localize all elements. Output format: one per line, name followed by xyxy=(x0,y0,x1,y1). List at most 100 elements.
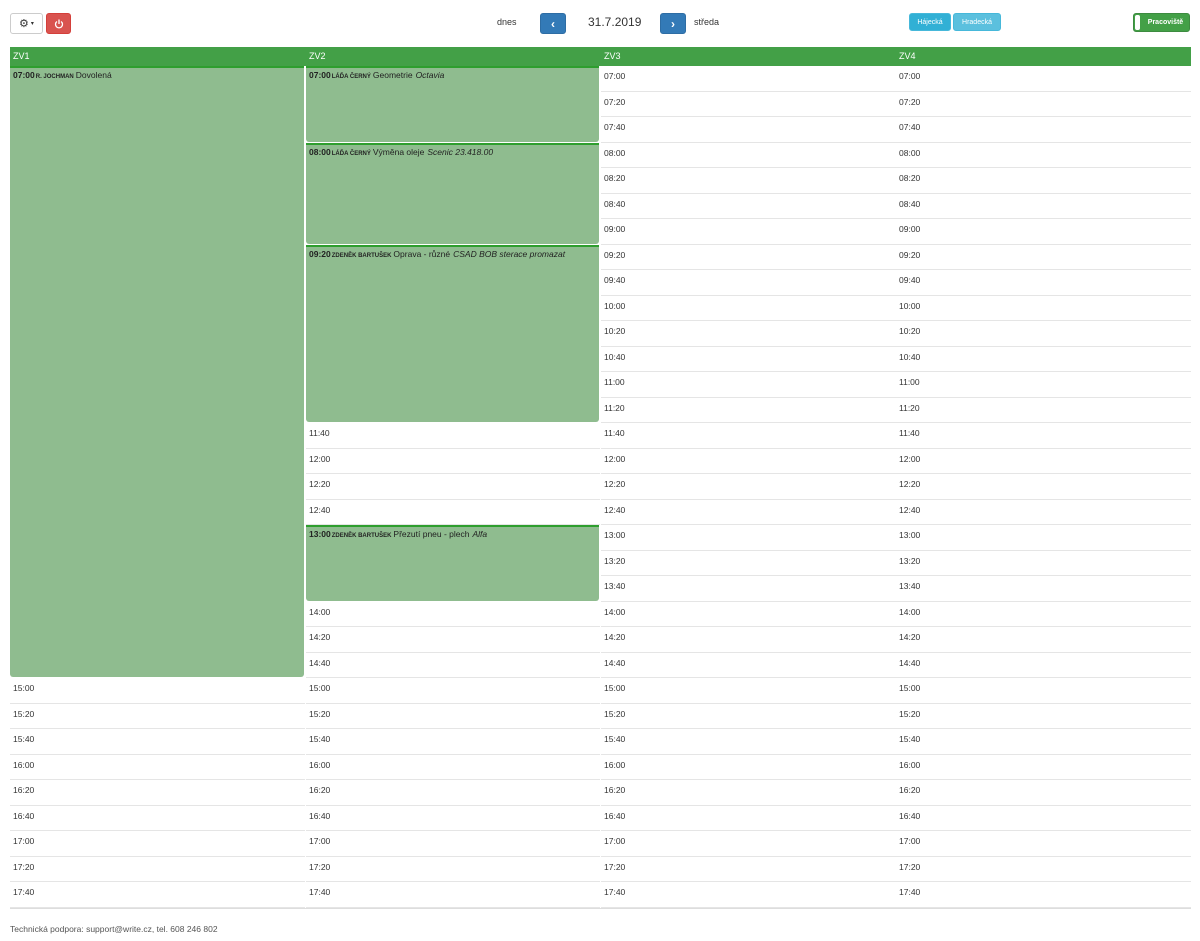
time-slot[interactable]: 14:40 xyxy=(306,653,600,678)
time-slot[interactable]: 12:40 xyxy=(601,500,896,525)
logout-button[interactable] xyxy=(46,13,71,34)
time-slot[interactable]: 15:20 xyxy=(896,704,1191,729)
time-slot[interactable]: 11:40 xyxy=(306,423,600,449)
time-slot[interactable]: 07:00 xyxy=(896,66,1191,92)
time-slot[interactable]: 15:00 xyxy=(601,678,896,704)
time-slot[interactable]: 10:20 xyxy=(896,321,1191,347)
time-slot[interactable]: 16:00 xyxy=(601,755,896,780)
time-slot[interactable]: 11:40 xyxy=(601,423,896,449)
time-slot[interactable]: 15:20 xyxy=(601,704,896,729)
time-slot[interactable]: 07:00 xyxy=(601,66,896,92)
time-slot[interactable]: 17:40 xyxy=(601,882,896,908)
time-slot[interactable]: 12:40 xyxy=(896,500,1191,525)
time-slot[interactable]: 14:20 xyxy=(896,627,1191,653)
time-slot[interactable]: 11:20 xyxy=(601,398,896,423)
time-slot[interactable]: 10:40 xyxy=(896,347,1191,372)
time-slot[interactable]: 15:20 xyxy=(306,704,600,729)
time-slot[interactable]: 11:20 xyxy=(896,398,1191,423)
time-slot[interactable]: 07:20 xyxy=(601,92,896,117)
time-slot[interactable]: 15:00 xyxy=(306,678,600,704)
time-slot[interactable]: 17:00 xyxy=(896,831,1191,857)
time-slot[interactable]: 14:00 xyxy=(896,602,1191,627)
time-slot[interactable]: 17:20 xyxy=(896,857,1191,882)
time-slot[interactable]: 14:20 xyxy=(306,627,600,653)
time-slot[interactable]: 09:00 xyxy=(601,219,896,245)
time-slot[interactable]: 12:20 xyxy=(601,474,896,500)
location-hajecka-button[interactable]: Hájecká xyxy=(909,13,951,31)
time-slot[interactable]: 17:20 xyxy=(10,857,305,882)
appointment-block[interactable]: 09:20Zdeněk Bartušek Oprava - různé CSAD B… xyxy=(306,244,599,422)
time-slot[interactable]: 16:20 xyxy=(896,780,1191,806)
time-slot[interactable]: 11:00 xyxy=(601,372,896,398)
time-slot[interactable]: 08:40 xyxy=(601,194,896,219)
time-slot[interactable]: 17:40 xyxy=(10,882,305,908)
time-slot[interactable]: 09:20 xyxy=(896,245,1191,270)
time-slot[interactable]: 08:20 xyxy=(896,168,1191,194)
appointment-block[interactable]: 07:00Láďa Černý Geometrie Octavia xyxy=(306,66,599,142)
time-slot[interactable]: 16:00 xyxy=(306,755,600,780)
time-slot[interactable]: 14:00 xyxy=(601,602,896,627)
time-slot[interactable]: 08:00 xyxy=(601,143,896,168)
time-slot[interactable]: 17:00 xyxy=(10,831,305,857)
time-slot[interactable]: 11:00 xyxy=(896,372,1191,398)
time-slot[interactable]: 08:00 xyxy=(896,143,1191,168)
time-slot[interactable]: 13:00 xyxy=(601,525,896,551)
time-slot[interactable]: 11:40 xyxy=(896,423,1191,449)
appointment-block[interactable]: 07:00R. Jochman Dovolená xyxy=(10,66,304,677)
time-slot[interactable]: 14:20 xyxy=(601,627,896,653)
time-slot[interactable]: 15:40 xyxy=(306,729,600,755)
time-slot[interactable]: 14:00 xyxy=(306,602,600,627)
time-slot[interactable]: 07:40 xyxy=(601,117,896,143)
time-slot[interactable]: 09:20 xyxy=(601,245,896,270)
workplace-toggle[interactable]: Pracoviště xyxy=(1133,13,1190,32)
time-slot[interactable]: 16:40 xyxy=(10,806,305,831)
time-slot[interactable]: 12:00 xyxy=(896,449,1191,474)
time-slot[interactable]: 12:20 xyxy=(896,474,1191,500)
time-slot[interactable]: 17:20 xyxy=(601,857,896,882)
time-slot[interactable]: 15:40 xyxy=(601,729,896,755)
time-slot[interactable]: 08:40 xyxy=(896,194,1191,219)
time-slot[interactable]: 17:40 xyxy=(306,882,600,908)
time-slot[interactable]: 12:40 xyxy=(306,500,600,525)
time-slot[interactable]: 10:40 xyxy=(601,347,896,372)
today-link[interactable]: dnes xyxy=(497,17,517,27)
time-slot[interactable]: 10:00 xyxy=(601,296,896,321)
time-slot[interactable]: 16:20 xyxy=(306,780,600,806)
prev-day-button[interactable]: ‹ xyxy=(540,13,566,34)
next-day-button[interactable]: › xyxy=(660,13,686,34)
time-slot[interactable]: 09:40 xyxy=(896,270,1191,296)
time-slot[interactable]: 14:40 xyxy=(896,653,1191,678)
time-slot[interactable]: 08:20 xyxy=(601,168,896,194)
time-slot[interactable]: 15:00 xyxy=(10,678,305,704)
appointment-block[interactable]: 13:00Zdeněk Bartušek Přezutí pneu - plech… xyxy=(306,525,599,601)
time-slot[interactable]: 16:20 xyxy=(601,780,896,806)
time-slot[interactable]: 17:00 xyxy=(306,831,600,857)
time-slot[interactable]: 17:00 xyxy=(601,831,896,857)
time-slot[interactable]: 09:40 xyxy=(601,270,896,296)
time-slot[interactable]: 16:00 xyxy=(10,755,305,780)
time-slot[interactable]: 12:00 xyxy=(601,449,896,474)
time-slot[interactable]: 09:00 xyxy=(896,219,1191,245)
time-slot[interactable]: 16:40 xyxy=(601,806,896,831)
time-slot[interactable]: 17:40 xyxy=(896,882,1191,908)
time-slot[interactable]: 13:00 xyxy=(896,525,1191,551)
time-slot[interactable]: 17:20 xyxy=(306,857,600,882)
time-slot[interactable]: 13:40 xyxy=(601,576,896,602)
time-slot[interactable]: 14:40 xyxy=(601,653,896,678)
time-slot[interactable]: 12:00 xyxy=(306,449,600,474)
appointment-block[interactable]: 08:00Láďa Černý Výměna oleje Scenic 23.418… xyxy=(306,142,599,244)
settings-button[interactable]: ⚙ ▾ xyxy=(10,13,43,34)
time-slot[interactable]: 16:20 xyxy=(10,780,305,806)
time-slot[interactable]: 13:20 xyxy=(601,551,896,576)
time-slot[interactable]: 16:40 xyxy=(896,806,1191,831)
location-hradecka-button[interactable]: Hradecká xyxy=(953,13,1001,31)
time-slot[interactable]: 07:20 xyxy=(896,92,1191,117)
time-slot[interactable]: 13:20 xyxy=(896,551,1191,576)
time-slot[interactable]: 15:00 xyxy=(896,678,1191,704)
time-slot[interactable]: 15:20 xyxy=(10,704,305,729)
time-slot[interactable]: 13:40 xyxy=(896,576,1191,602)
time-slot[interactable]: 16:00 xyxy=(896,755,1191,780)
time-slot[interactable]: 16:40 xyxy=(306,806,600,831)
time-slot[interactable]: 10:00 xyxy=(896,296,1191,321)
time-slot[interactable]: 07:40 xyxy=(896,117,1191,143)
